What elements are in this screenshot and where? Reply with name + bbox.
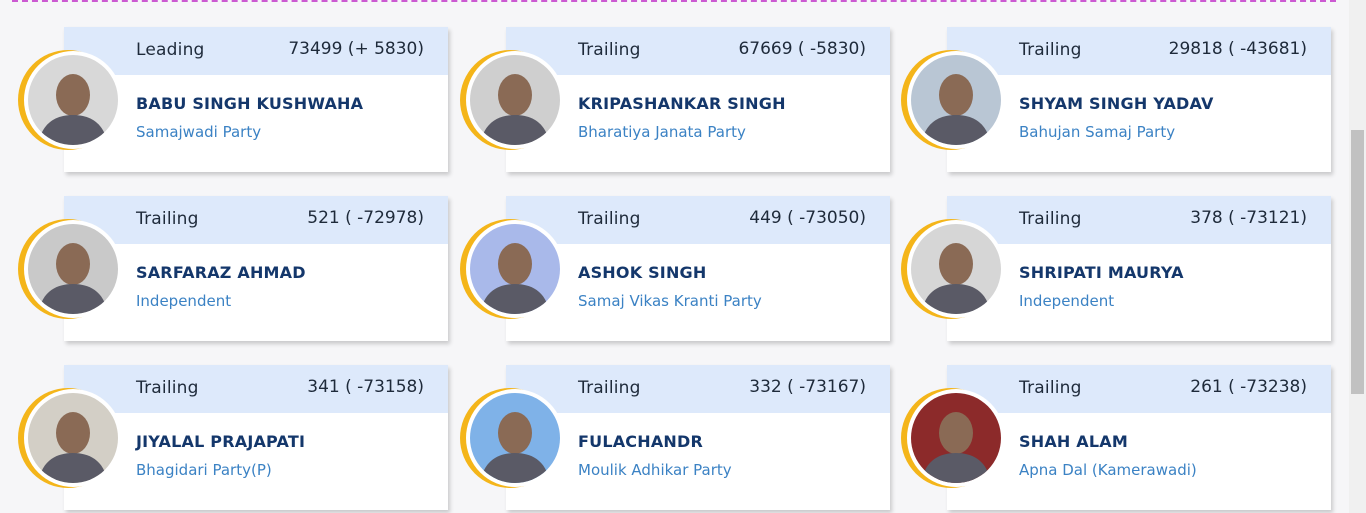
vote-count: 378 ( -73121) bbox=[1190, 208, 1307, 228]
candidate-photo bbox=[28, 55, 118, 145]
candidate-name: JIYALAL PRAJAPATI bbox=[136, 432, 306, 451]
party-name: Bahujan Samaj Party bbox=[1019, 123, 1176, 141]
vote-count: 449 ( -73050) bbox=[749, 208, 866, 228]
card-header: Trailing 29818 ( -43681) bbox=[947, 27, 1331, 75]
avatar bbox=[466, 51, 564, 149]
candidate-card[interactable]: Trailing 332 ( -73167) FULACHANDR Moulik… bbox=[460, 365, 890, 510]
candidate-card[interactable]: Trailing 378 ( -73121) SHRIPATI MAURYA I… bbox=[901, 196, 1331, 341]
candidate-card[interactable]: Trailing 521 ( -72978) SARFARAZ AHMAD In… bbox=[18, 196, 448, 341]
status-label: Leading bbox=[136, 40, 205, 60]
candidate-card[interactable]: Trailing 29818 ( -43681) SHYAM SINGH YAD… bbox=[901, 27, 1331, 172]
candidate-card[interactable]: Trailing 449 ( -73050) ASHOK SINGH Samaj… bbox=[460, 196, 890, 341]
candidate-card[interactable]: Trailing 67669 ( -5830) KRIPASHANKAR SIN… bbox=[460, 27, 890, 172]
party-name: Apna Dal (Kamerawadi) bbox=[1019, 461, 1197, 479]
vote-count: 521 ( -72978) bbox=[307, 208, 424, 228]
status-label: Trailing bbox=[578, 378, 641, 398]
candidate-name: FULACHANDR bbox=[578, 432, 704, 451]
vote-count: 341 ( -73158) bbox=[307, 377, 424, 397]
card-header: Trailing 341 ( -73158) bbox=[64, 365, 448, 413]
card-header: Trailing 261 ( -73238) bbox=[947, 365, 1331, 413]
party-name: Samajwadi Party bbox=[136, 123, 262, 141]
candidate-card[interactable]: Trailing 261 ( -73238) SHAH ALAM Apna Da… bbox=[901, 365, 1331, 510]
party-name: Samaj Vikas Kranti Party bbox=[578, 292, 762, 310]
candidate-name: KRIPASHANKAR SINGH bbox=[578, 94, 786, 113]
avatar bbox=[24, 51, 122, 149]
dashed-divider bbox=[12, 0, 1336, 2]
status-label: Trailing bbox=[578, 209, 641, 229]
candidate-name: ASHOK SINGH bbox=[578, 263, 707, 282]
candidate-photo bbox=[911, 55, 1001, 145]
candidate-name: SHRIPATI MAURYA bbox=[1019, 263, 1184, 282]
card-header: Trailing 521 ( -72978) bbox=[64, 196, 448, 244]
candidate-name: BABU SINGH KUSHWAHA bbox=[136, 94, 364, 113]
status-label: Trailing bbox=[136, 378, 199, 398]
status-label: Trailing bbox=[1019, 378, 1082, 398]
vote-count: 73499 (+ 5830) bbox=[288, 39, 424, 59]
candidate-photo bbox=[470, 224, 560, 314]
card-header: Trailing 378 ( -73121) bbox=[947, 196, 1331, 244]
avatar bbox=[466, 389, 564, 487]
candidate-name: SHYAM SINGH YADAV bbox=[1019, 94, 1214, 113]
vote-count: 67669 ( -5830) bbox=[738, 39, 866, 59]
scrollbar-thumb[interactable] bbox=[1351, 130, 1364, 394]
vote-count: 332 ( -73167) bbox=[749, 377, 866, 397]
vote-count: 261 ( -73238) bbox=[1190, 377, 1307, 397]
party-name: Moulik Adhikar Party bbox=[578, 461, 732, 479]
avatar bbox=[24, 220, 122, 318]
party-name: Independent bbox=[1019, 292, 1115, 310]
results-page: Leading 73499 (+ 5830) BABU SINGH KUSHWA… bbox=[0, 0, 1366, 513]
avatar bbox=[907, 51, 1005, 149]
status-label: Trailing bbox=[1019, 40, 1082, 60]
vote-count: 29818 ( -43681) bbox=[1168, 39, 1307, 59]
card-header: Trailing 67669 ( -5830) bbox=[506, 27, 890, 75]
candidate-photo bbox=[911, 224, 1001, 314]
avatar bbox=[466, 220, 564, 318]
avatar bbox=[907, 389, 1005, 487]
candidate-photo bbox=[470, 393, 560, 483]
avatar bbox=[24, 389, 122, 487]
card-header: Leading 73499 (+ 5830) bbox=[64, 27, 448, 75]
card-header: Trailing 449 ( -73050) bbox=[506, 196, 890, 244]
status-label: Trailing bbox=[578, 40, 641, 60]
card-header: Trailing 332 ( -73167) bbox=[506, 365, 890, 413]
candidate-photo bbox=[911, 393, 1001, 483]
status-label: Trailing bbox=[1019, 209, 1082, 229]
scrollbar[interactable] bbox=[1349, 0, 1366, 513]
candidate-card[interactable]: Leading 73499 (+ 5830) BABU SINGH KUSHWA… bbox=[18, 27, 448, 172]
avatar bbox=[907, 220, 1005, 318]
status-label: Trailing bbox=[136, 209, 199, 229]
party-name: Bharatiya Janata Party bbox=[578, 123, 746, 141]
party-name: Independent bbox=[136, 292, 232, 310]
candidate-photo bbox=[470, 55, 560, 145]
party-name: Bhagidari Party(P) bbox=[136, 461, 272, 479]
candidate-name: SARFARAZ AHMAD bbox=[136, 263, 306, 282]
candidate-card[interactable]: Trailing 341 ( -73158) JIYALAL PRAJAPATI… bbox=[18, 365, 448, 510]
candidate-photo bbox=[28, 224, 118, 314]
candidate-photo bbox=[28, 393, 118, 483]
candidate-name: SHAH ALAM bbox=[1019, 432, 1128, 451]
